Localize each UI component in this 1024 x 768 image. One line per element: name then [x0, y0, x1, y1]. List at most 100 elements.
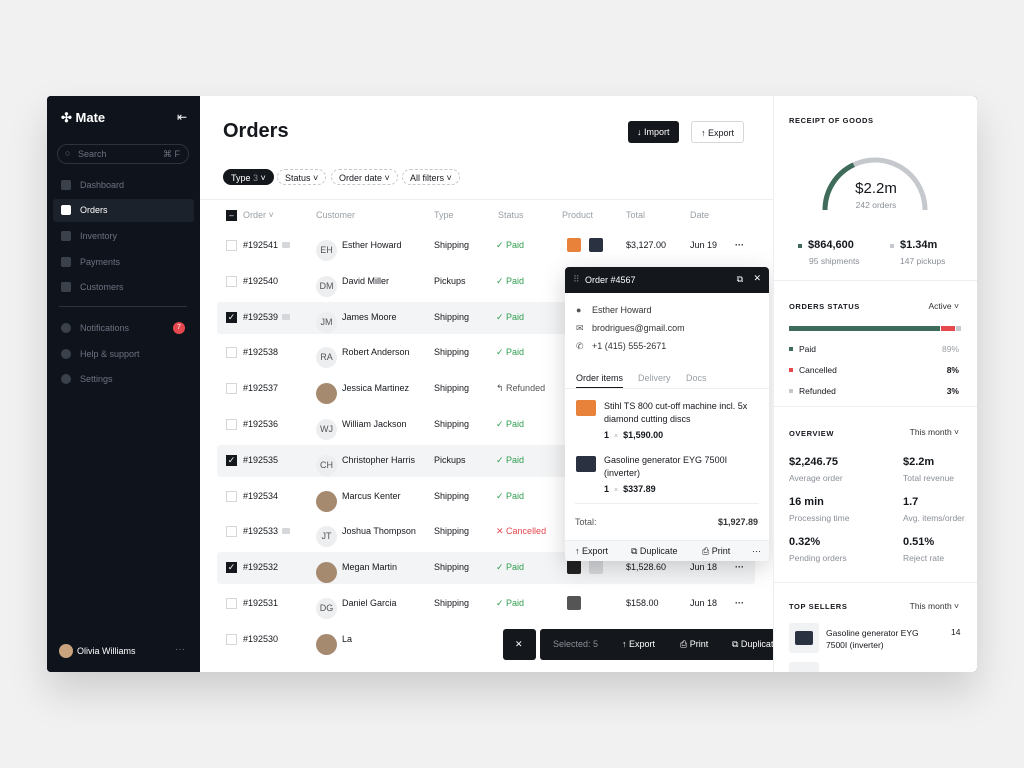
bell-icon	[61, 323, 71, 333]
filter-all[interactable]: All filters ˅	[402, 169, 460, 185]
sidebar-item-payments[interactable]: Payments	[53, 251, 194, 274]
row-checkbox[interactable]	[226, 526, 237, 538]
customer-phone[interactable]: +1 (415) 555-2671	[592, 341, 666, 351]
status-label: Paid	[506, 311, 525, 322]
bulk-print-button[interactable]: ⎙ Print	[680, 639, 708, 650]
sidebar-item-settings[interactable]: Settings	[53, 368, 194, 391]
row-checkbox[interactable]	[226, 240, 237, 251]
more-button[interactable]: ···	[752, 546, 761, 556]
row-checkbox[interactable]: ✓	[226, 454, 237, 466]
order-id[interactable]: #192537	[243, 383, 278, 393]
row-more-button[interactable]: ···	[735, 240, 744, 250]
stat-value: 16 min	[789, 496, 824, 508]
order-id[interactable]: #192534	[243, 491, 278, 501]
collapse-sidebar-icon[interactable]: ⇤	[177, 110, 187, 124]
phone-icon: ✆	[576, 341, 584, 351]
popover-header[interactable]: ⠿ Order #4567 ⧉ ✕	[565, 267, 769, 293]
column-label: Order	[243, 210, 267, 220]
order-id[interactable]: #192535	[243, 455, 278, 465]
status-badge: ↰ Refunded	[496, 383, 546, 394]
duplicate-button[interactable]: ⧉ Duplicate	[631, 546, 677, 557]
column-header-order[interactable]: Order ˅	[243, 210, 274, 220]
row-checkbox[interactable]	[226, 275, 237, 287]
sidebar-item-inventory[interactable]: Inventory	[53, 225, 194, 248]
export-button[interactable]: ↑ Export	[575, 546, 608, 556]
customer-email[interactable]: brodrigues@gmail.com	[592, 323, 685, 333]
close-icon[interactable]: ✕	[753, 273, 761, 284]
import-button[interactable]: ↓ Import	[628, 121, 679, 143]
table-row[interactable]: #192531 DG Daniel Garcia Shipping ✓ Paid $…	[217, 588, 755, 620]
export-button[interactable]: ↑ Export	[691, 121, 745, 143]
row-checkbox[interactable]: ✓	[226, 311, 237, 323]
row-checkbox[interactable]	[226, 419, 237, 430]
filter-label: All filters	[410, 173, 445, 183]
column-header-customer[interactable]: Customer	[316, 210, 355, 220]
order-id[interactable]: #192532	[243, 562, 278, 572]
filter-type[interactable]: Type 3 ˅	[223, 169, 274, 185]
more-icon[interactable]: ···	[175, 644, 185, 655]
order-id[interactable]: #192540	[243, 276, 278, 286]
filter-status[interactable]: Status ˅	[277, 169, 327, 185]
row-checkbox[interactable]	[226, 633, 237, 645]
order-id[interactable]: #192530	[243, 634, 278, 644]
tab-delivery[interactable]: Delivery	[638, 373, 671, 383]
divider	[774, 582, 977, 583]
sidebar-item-customers[interactable]: Customers	[53, 276, 194, 299]
column-header-date[interactable]: Date	[690, 210, 709, 220]
order-id[interactable]: #192531	[243, 598, 278, 608]
row-checkbox[interactable]	[226, 383, 237, 395]
order-number: #192541	[243, 240, 279, 250]
stat-label: Processing time	[789, 513, 850, 523]
top-seller-name[interactable]: Gasoline generator EYG 7500I (inverter)	[826, 627, 936, 651]
top-sellers-filter-dropdown[interactable]: This month ˅	[910, 601, 959, 611]
search-shortcut: ⌘ F	[163, 149, 180, 159]
divider	[200, 199, 773, 200]
column-header-type[interactable]: Type	[434, 210, 454, 220]
row-more-button[interactable]: ···	[735, 562, 744, 572]
sidebar-item-help[interactable]: Help & support	[53, 343, 194, 366]
tab-docs[interactable]: Docs	[686, 373, 707, 383]
avatar: RA	[316, 347, 337, 369]
order-id[interactable]: #192536	[243, 419, 278, 429]
sidebar-item-dashboard[interactable]: Dashboard	[53, 174, 194, 197]
status-label: Paid	[506, 562, 525, 573]
column-header-product[interactable]: Product	[562, 210, 593, 220]
print-button[interactable]: ⎙ Print	[702, 546, 730, 557]
avatar	[316, 562, 337, 584]
table-row[interactable]: #192541 EH Esther Howard Shipping ✓ Paid $…	[217, 230, 755, 262]
row-checkbox[interactable]: ✓	[226, 562, 237, 574]
filter-label: Order date	[339, 173, 383, 183]
item-qty-price: 1 × $1,590.00	[604, 430, 664, 440]
search-input[interactable]: ○ Search ⌘ F	[57, 144, 189, 164]
column-header-total[interactable]: Total	[626, 210, 645, 220]
filter-order-date[interactable]: Order date ˅	[331, 169, 398, 185]
bulk-duplicate-button[interactable]: ⧉ Duplicate	[732, 639, 778, 650]
order-id[interactable]: #192533	[243, 526, 291, 536]
overview-filter-dropdown[interactable]: This month ˅	[910, 427, 959, 437]
card-icon	[61, 257, 71, 267]
sidebar-item-orders[interactable]: Orders	[53, 199, 194, 222]
customer-name: David Miller	[342, 275, 390, 286]
user-profile[interactable]: Olivia Williams	[59, 644, 136, 658]
order-id[interactable]: #192541	[243, 240, 291, 250]
column-header-status[interactable]: Status	[498, 210, 524, 220]
tab-order-items[interactable]: Order items	[576, 373, 624, 388]
clear-selection-button[interactable]: ✕	[503, 629, 536, 660]
order-number: #192538	[243, 347, 279, 358]
status-filter-dropdown[interactable]: Active ˅	[929, 301, 959, 311]
select-all-checkbox[interactable]: –	[226, 210, 237, 221]
row-checkbox[interactable]	[226, 490, 237, 502]
order-number: #192539	[243, 311, 279, 322]
open-external-icon[interactable]: ⧉	[737, 274, 743, 285]
drag-handle-icon[interactable]: ⠿	[573, 274, 580, 285]
bulk-export-button[interactable]: ↑ Export	[622, 639, 655, 649]
status-badge: ✓ Paid	[496, 311, 525, 322]
order-id[interactable]: #192539	[243, 311, 291, 322]
avatar	[316, 383, 337, 405]
row-more-button[interactable]: ···	[735, 598, 744, 608]
row-checkbox[interactable]	[226, 598, 237, 609]
order-id[interactable]: #192538	[243, 347, 278, 357]
sidebar-item-notifications[interactable]: Notifications 7	[53, 317, 194, 340]
row-checkbox[interactable]	[226, 347, 237, 359]
product-thumbnail	[567, 560, 581, 575]
